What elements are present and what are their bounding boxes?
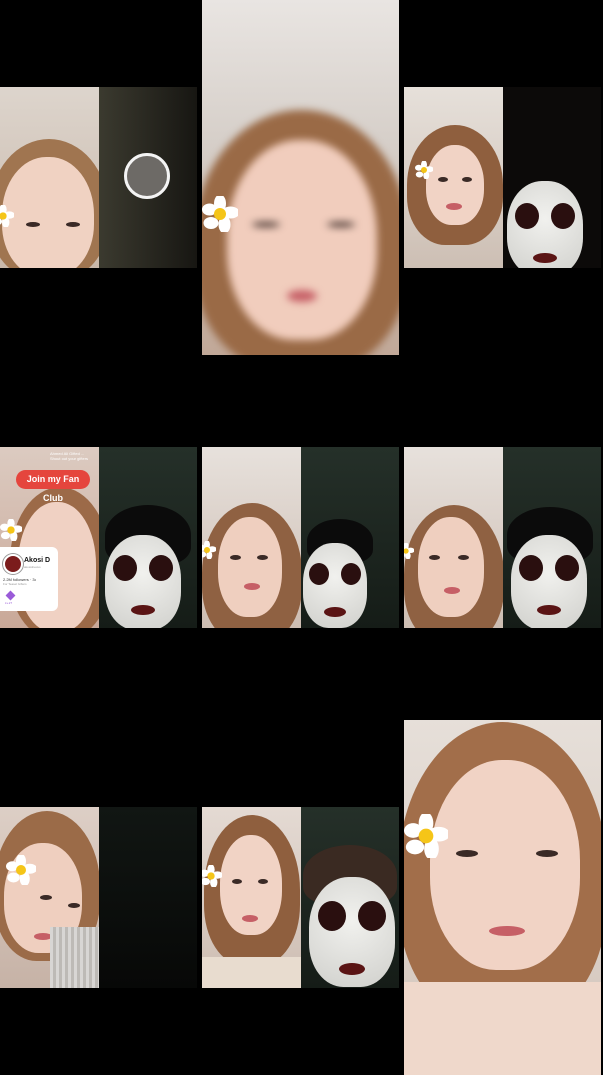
eye [458, 555, 469, 560]
plumeria-flower-icon [6, 855, 36, 885]
eye [68, 903, 80, 908]
lips [287, 290, 317, 302]
shirt [50, 927, 99, 988]
white-face-mask-icon [105, 535, 181, 628]
eye [456, 850, 478, 857]
profile-subtext: For Teasel Gifters [3, 582, 27, 586]
plumeria-flower-icon [202, 196, 238, 232]
streamer-view [0, 807, 99, 988]
video-tile-2[interactable] [202, 0, 399, 355]
plumeria-flower-icon [202, 865, 222, 887]
eye [429, 555, 440, 560]
white-face-mask-icon [511, 535, 587, 628]
eye [257, 555, 268, 560]
eye [462, 177, 472, 182]
guest-view [503, 447, 601, 628]
face [227, 140, 377, 340]
streamer-view: Join my Fan Club Ahmed Ali Gifted ... Sh… [0, 447, 99, 628]
white-face-mask-icon [507, 181, 583, 268]
video-tile-1[interactable] [0, 87, 197, 268]
plumeria-flower-icon [202, 541, 216, 559]
plumeria-flower-icon [404, 543, 414, 559]
plumeria-flower-icon [404, 814, 448, 858]
guest-view [99, 447, 197, 628]
profile-name: Akosi D [24, 557, 51, 564]
guest-view [301, 447, 399, 628]
eye [536, 850, 558, 857]
eye [258, 879, 268, 884]
shoulders [404, 982, 601, 1075]
white-face-mask-icon [303, 543, 367, 628]
streamer-view [202, 447, 301, 628]
video-tile-9[interactable] [404, 720, 601, 1075]
profile-level: Lv.27 [5, 601, 13, 605]
face [430, 760, 580, 970]
lips [444, 587, 460, 594]
guest-avatar [124, 153, 170, 199]
guest-view [99, 87, 197, 268]
streamer-view [404, 87, 503, 268]
white-face-mask-icon [309, 877, 395, 987]
lips [242, 915, 258, 922]
streamer-view [404, 447, 503, 628]
shoutout-line: Shout out your gifters [50, 456, 89, 461]
guest-view [99, 807, 197, 988]
face [2, 157, 94, 268]
video-tile-5[interactable] [202, 447, 399, 628]
avatar-icon [3, 554, 23, 574]
plumeria-flower-icon [415, 161, 433, 179]
eye [252, 222, 280, 227]
video-tile-4[interactable]: Join my Fan Club Ahmed Ali Gifted ... Sh… [0, 447, 197, 628]
streamer-view [0, 87, 99, 268]
lips [446, 203, 462, 210]
face [426, 145, 484, 225]
plumeria-flower-icon [0, 519, 22, 541]
streamer-view [202, 807, 301, 988]
eye [26, 222, 40, 227]
gem-icon [5, 590, 16, 601]
eye [66, 222, 80, 227]
face [418, 517, 484, 617]
lips [244, 583, 260, 590]
video-tile-3[interactable] [404, 87, 601, 268]
plumeria-flower-icon [0, 205, 14, 227]
eye [230, 555, 241, 560]
video-tile-7[interactable] [0, 807, 197, 988]
eye [40, 895, 52, 900]
video-tile-8[interactable] [202, 807, 399, 988]
top [202, 957, 301, 988]
guest-view [301, 807, 399, 988]
lips [489, 926, 525, 936]
face [218, 517, 282, 617]
eye [327, 222, 355, 227]
guest-view [503, 87, 601, 268]
eye [438, 177, 448, 182]
profile-card[interactable]: Akosi D akosidnexus 2.2M followers · 3• … [0, 547, 58, 611]
profile-handle: akosidnexus [24, 565, 41, 569]
fan-club-button[interactable]: Join my Fan Club [16, 470, 90, 503]
eye [232, 879, 242, 884]
video-tile-6[interactable] [404, 447, 601, 628]
